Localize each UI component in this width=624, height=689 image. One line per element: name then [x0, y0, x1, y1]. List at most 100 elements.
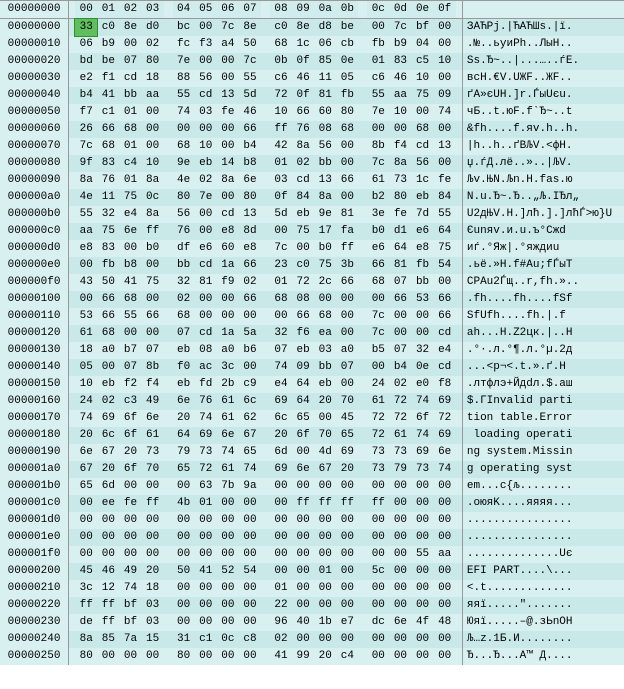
hex-cell[interactable]: 00 — [195, 206, 217, 223]
hex-cell[interactable]: 0f — [270, 189, 292, 206]
hex-cell[interactable]: 61 — [142, 427, 164, 444]
hex-cell[interactable]: 00 — [292, 240, 314, 257]
hex-cell[interactable]: 00 — [239, 614, 261, 631]
hex-cell[interactable]: 00 — [412, 325, 434, 342]
hex-cell[interactable]: 00 — [412, 648, 434, 665]
hex-cell[interactable]: 00 — [434, 495, 456, 512]
hex-cell[interactable]: 00 — [389, 580, 411, 597]
row-offset[interactable]: 00000010 — [0, 36, 69, 53]
hex-cell[interactable]: 6c — [239, 393, 261, 410]
hex-cell[interactable]: 67 — [239, 427, 261, 444]
hex-cell[interactable]: 7c — [367, 325, 389, 342]
hex-cell[interactable]: 3b — [336, 257, 358, 274]
row-offset[interactable]: 00000020 — [0, 53, 69, 70]
ascii-cell[interactable]: чБ..t.юF.f`Ђ~..t — [462, 104, 624, 121]
hex-cell[interactable]: 66 — [97, 291, 119, 308]
hex-cell[interactable]: 00 — [336, 563, 358, 580]
ascii-cell[interactable]: &fh....f.яv.h..h. — [462, 121, 624, 138]
hex-cell[interactable]: 64 — [434, 223, 456, 240]
hex-cell[interactable]: c6 — [367, 70, 389, 87]
hex-cell[interactable]: 32 — [173, 274, 195, 291]
hex-cell[interactable]: 06 — [75, 36, 97, 53]
hex-cell[interactable]: 00 — [292, 563, 314, 580]
hex-cell[interactable]: 00 — [367, 359, 389, 376]
hex-cell[interactable]: 00 — [412, 563, 434, 580]
hex-cell[interactable]: 07 — [389, 274, 411, 291]
hex-cell[interactable]: 0c — [142, 189, 164, 206]
hex-cell[interactable]: 00 — [97, 359, 119, 376]
hex-cell[interactable]: 00 — [336, 478, 358, 495]
hex-cell[interactable]: eb — [97, 376, 119, 393]
hex-cell[interactable]: cb — [336, 36, 358, 53]
hex-cell[interactable]: e8 — [412, 240, 434, 257]
hex-cell[interactable]: 00 — [195, 512, 217, 529]
hex-cell[interactable]: f3 — [195, 36, 217, 53]
hex-cell[interactable]: 00 — [173, 597, 195, 614]
hex-cell[interactable]: 02 — [270, 631, 292, 648]
hex-cell[interactable]: 69 — [97, 410, 119, 427]
header-col-04[interactable]: 04 — [173, 1, 195, 19]
hex-cell[interactable]: 7a — [119, 631, 141, 648]
hex-cell[interactable]: 00 — [173, 121, 195, 138]
hex-cell[interactable]: fb — [97, 257, 119, 274]
hex-cell[interactable]: 9a — [239, 478, 261, 495]
hex-cell[interactable]: 66 — [239, 121, 261, 138]
hex-cell[interactable]: dc — [367, 614, 389, 631]
hex-cell[interactable]: 00 — [239, 648, 261, 665]
row-offset[interactable]: 000001d0 — [0, 512, 69, 529]
hex-cell[interactable]: 24 — [75, 393, 97, 410]
hex-cell[interactable]: a0 — [336, 342, 358, 359]
hex-cell[interactable]: ff — [336, 240, 358, 257]
ascii-cell[interactable]: .fh....fh....fSf — [462, 291, 624, 308]
hex-cell[interactable]: 00 — [195, 580, 217, 597]
hex-cell[interactable]: 66 — [292, 308, 314, 325]
hex-cell[interactable]: 69 — [195, 427, 217, 444]
hex-cell[interactable]: 2b — [217, 376, 239, 393]
hex-cell[interactable]: d1 — [389, 223, 411, 240]
hex-cell[interactable]: 1b — [314, 614, 336, 631]
row-offset[interactable]: 00000190 — [0, 444, 69, 461]
hex-cell[interactable]: 32 — [270, 325, 292, 342]
hex-cell[interactable]: 68 — [97, 325, 119, 342]
hex-cell[interactable]: b2 — [367, 189, 389, 206]
hex-cell[interactable]: ee — [97, 495, 119, 512]
hex-cell[interactable]: 10 — [434, 53, 456, 70]
hex-cell[interactable]: 00 — [75, 529, 97, 546]
hex-cell[interactable]: a0 — [97, 342, 119, 359]
hex-cell[interactable]: 00 — [412, 580, 434, 597]
hex-cell[interactable]: 52 — [217, 563, 239, 580]
hex-cell[interactable]: 08 — [195, 342, 217, 359]
row-offset[interactable]: 00000160 — [0, 393, 69, 410]
hex-cell[interactable]: eb — [412, 189, 434, 206]
hex-cell[interactable]: 00 — [195, 291, 217, 308]
hex-cell[interactable]: 00 — [336, 580, 358, 597]
hex-cell[interactable]: 00 — [434, 563, 456, 580]
hex-cell[interactable]: 02 — [142, 36, 164, 53]
hex-cell[interactable]: 4e — [173, 172, 195, 189]
hex-cell[interactable]: e4 — [434, 342, 456, 359]
hex-cell[interactable]: 00 — [412, 529, 434, 546]
row-offset[interactable]: 000001e0 — [0, 529, 69, 546]
hex-cell[interactable]: 2c — [314, 274, 336, 291]
hex-cell[interactable]: 00 — [173, 580, 195, 597]
hex-cell[interactable]: 01 — [119, 138, 141, 155]
hex-cell[interactable]: 05 — [336, 70, 358, 87]
hex-cell[interactable]: e2 — [75, 70, 97, 87]
hex-cell[interactable]: 00 — [336, 512, 358, 529]
hex-cell[interactable]: 7c — [389, 19, 411, 37]
hex-cell[interactable]: 01 — [270, 155, 292, 172]
hex-cell[interactable]: ff — [270, 121, 292, 138]
hex-cell[interactable]: e6 — [412, 223, 434, 240]
hex-cell[interactable]: 66 — [97, 308, 119, 325]
hex-cell[interactable]: 00 — [270, 308, 292, 325]
hex-cell[interactable]: 15 — [142, 631, 164, 648]
hex-cell[interactable]: c4 — [119, 155, 141, 172]
hex-cell[interactable]: 00 — [434, 121, 456, 138]
hex-cell[interactable]: f2 — [119, 376, 141, 393]
hex-cell[interactable]: 00 — [97, 512, 119, 529]
hex-cell[interactable]: 00 — [239, 512, 261, 529]
hex-cell[interactable]: 32 — [412, 342, 434, 359]
hex-cell[interactable]: 00 — [292, 546, 314, 563]
hex-cell[interactable]: 00 — [75, 291, 97, 308]
hex-cell[interactable]: 68 — [270, 36, 292, 53]
